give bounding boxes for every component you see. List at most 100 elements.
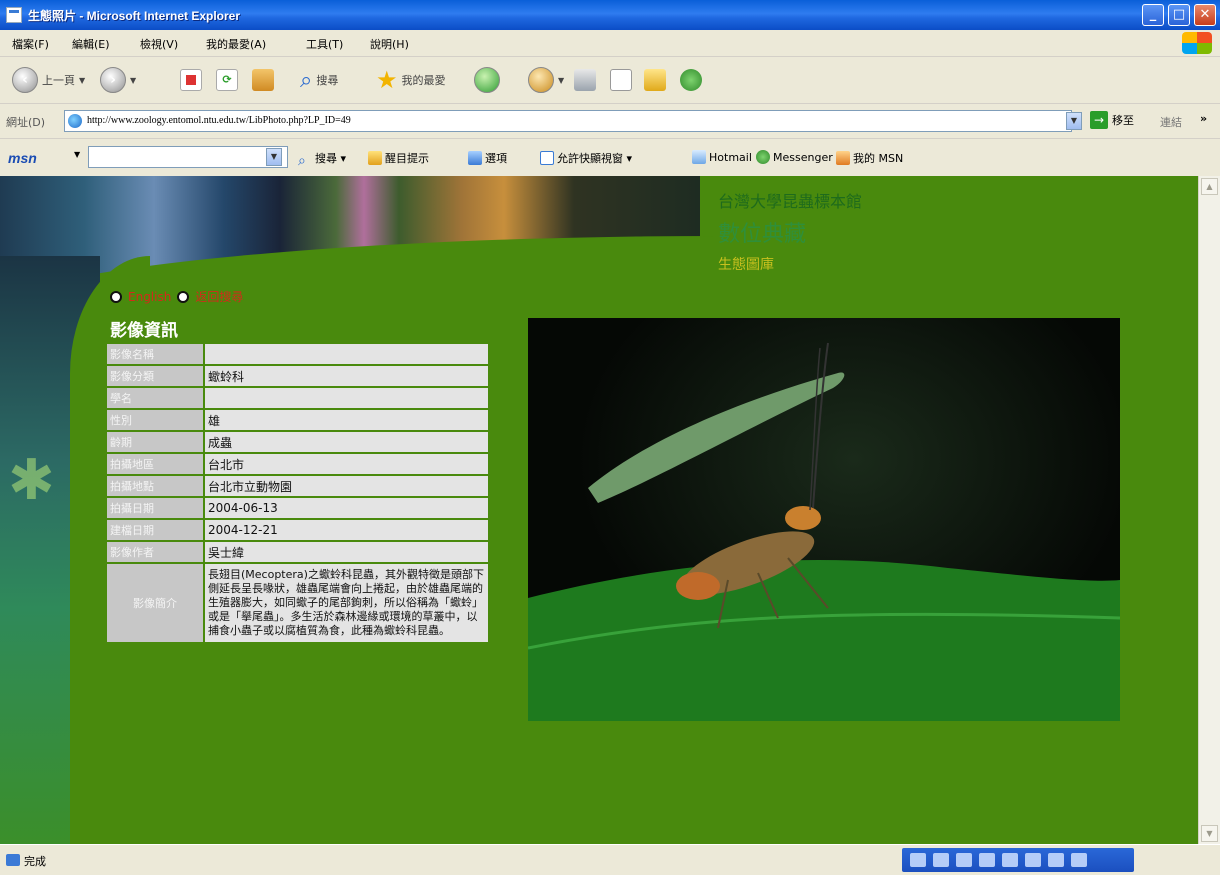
info-field-label: 影像分類 — [105, 364, 205, 388]
scroll-down-arrow[interactable]: ▼ — [1201, 825, 1218, 842]
msn-search-input[interactable] — [88, 146, 288, 168]
msn-search-dropdown[interactable]: ▼ — [266, 148, 282, 166]
info-field-label: 影像名稱 — [105, 342, 205, 366]
table-row: 影像名稱 — [105, 342, 490, 366]
info-field-label: 齡期 — [105, 430, 205, 454]
minimize-button[interactable]: _ — [1142, 4, 1164, 26]
info-field-label: 學名 — [105, 386, 205, 410]
search-button[interactable]: ⌕ 搜尋 — [300, 65, 338, 95]
media-icon — [474, 67, 500, 93]
go-button[interactable]: → 移至 — [1090, 111, 1134, 129]
msn-mymsn-button[interactable]: 我的 MSN — [836, 150, 903, 166]
menu-file[interactable]: 檔案(F) — [12, 36, 49, 52]
go-label: 移至 — [1112, 114, 1134, 127]
msn-hotmail-button[interactable]: Hotmail — [692, 150, 752, 164]
highlight-pen-icon — [368, 151, 382, 165]
maximize-button[interactable]: □ — [1168, 4, 1190, 26]
table-row: 影像分類 蠍蛉科 — [105, 364, 490, 388]
back-button[interactable]: ‹ 上一頁 ▼ — [12, 65, 85, 95]
menu-tools[interactable]: 工具(T) — [306, 36, 343, 52]
refresh-button[interactable]: ⟳ — [216, 65, 238, 95]
msn-logo[interactable]: msn — [8, 150, 37, 166]
info-field-label: 拍攝地區 — [105, 452, 205, 476]
edit-button[interactable] — [610, 65, 632, 95]
close-button[interactable]: ✕ — [1194, 4, 1216, 26]
msn-logo-dropdown[interactable]: ▼ — [74, 150, 80, 159]
msn-messenger-button[interactable]: Messenger — [756, 150, 833, 164]
scroll-up-arrow[interactable]: ▲ — [1201, 178, 1218, 195]
refresh-icon: ⟳ — [216, 69, 238, 91]
go-arrow-icon: → — [1090, 111, 1108, 129]
ime-punct-icon[interactable] — [979, 853, 995, 867]
address-input[interactable]: http://www.zoology.entomol.ntu.edu.tw/Li… — [64, 110, 1072, 132]
status-text: 完成 — [24, 855, 46, 868]
info-field-value: 台北市 — [203, 452, 490, 476]
table-row: 性別雄 — [105, 408, 490, 432]
windows-logo-icon — [1182, 32, 1212, 54]
back-arrow-icon: ‹ — [12, 67, 38, 93]
info-field-value: 成蟲 — [203, 430, 490, 454]
ime-tools-icon[interactable] — [1002, 853, 1018, 867]
stop-button[interactable] — [180, 65, 202, 95]
english-link[interactable]: English — [128, 290, 171, 304]
messenger-toolbar-button[interactable] — [680, 65, 702, 95]
print-button[interactable] — [574, 65, 596, 95]
ime-mode-icon[interactable] — [933, 853, 949, 867]
forward-button[interactable]: › ▼ — [100, 65, 136, 95]
links-label[interactable]: 連結 — [1160, 114, 1182, 130]
print-icon — [574, 69, 596, 91]
ime-keyboard-icon[interactable] — [1048, 853, 1064, 867]
window-title: 生態照片 - Microsoft Internet Explorer — [28, 9, 241, 23]
info-field-label: 拍攝地點 — [105, 474, 205, 498]
back-to-search-link[interactable]: 返回搜尋 — [195, 288, 243, 305]
history-icon — [528, 67, 554, 93]
page-done-icon — [6, 854, 20, 866]
menu-help[interactable]: 說明(H) — [370, 36, 409, 52]
messenger-people-icon — [680, 69, 702, 91]
table-row: 建檔日期 2004-12-21 — [105, 518, 490, 542]
msn-toolbar: msn ▼ ▼ ⌕ 搜尋 ▾ 醒目提示 選項 允許快顯視窗 ▾ Hotmail M… — [0, 139, 1220, 175]
msn-highlight-button[interactable]: 醒目提示 — [368, 150, 429, 166]
bullet-icon — [110, 290, 122, 303]
address-dropdown-arrow[interactable]: ▼ — [1066, 112, 1082, 130]
ie-page-icon — [6, 7, 22, 23]
address-bar: 網址(D) http://www.zoology.entomol.ntu.edu… — [0, 104, 1220, 139]
info-field-label: 建檔日期 — [105, 518, 205, 542]
messenger-icon — [756, 150, 770, 164]
ime-icon[interactable] — [910, 853, 926, 867]
menu-favorites[interactable]: 我的最愛(A) — [206, 36, 266, 52]
folder-button[interactable] — [644, 65, 666, 95]
history-button[interactable]: ▼ — [528, 65, 564, 95]
favorites-button[interactable]: ★ 我的最愛 — [376, 65, 446, 95]
title-bar: 生態照片 - Microsoft Internet Explorer _ □ ✕ — [0, 0, 1220, 30]
msn-options-button[interactable]: 選項 — [468, 150, 507, 166]
language-bar[interactable] — [902, 848, 1134, 872]
table-row: 影像作者 吳士緯 — [105, 540, 490, 564]
msn-popup-blocker-button[interactable]: 允許快顯視窗 ▾ — [540, 150, 632, 166]
msn-search-button[interactable]: ⌕ 搜尋 ▾ — [298, 150, 346, 168]
info-field-label: 性別 — [105, 408, 205, 432]
table-row: 學名 — [105, 386, 490, 410]
image-info-table: 影像名稱 影像分類 蠍蛉科 學名 性別雄齡期 成蟲 拍攝地區 台北市 拍攝地點 台北市立動物園 拍攝… — [105, 342, 490, 644]
search-label: 搜尋 — [316, 74, 339, 87]
menu-edit[interactable]: 編輯(E) — [72, 36, 110, 52]
menu-view[interactable]: 檢視(V) — [140, 36, 178, 52]
ime-pad-icon[interactable] — [1025, 853, 1041, 867]
vertical-scrollbar[interactable]: ▲ ▼ — [1198, 176, 1220, 844]
site-title-line2: 數位典藏 — [718, 222, 807, 247]
menu-bar: 檔案(F) 編輯(E) 檢視(V) 我的最愛(A) 工具(T) 說明(H) — [0, 30, 1220, 57]
home-button[interactable] — [252, 65, 274, 95]
insect-photo[interactable] — [528, 318, 1120, 721]
links-chevron-icon[interactable]: » — [1200, 112, 1207, 125]
description-label: 影像簡介 — [105, 562, 205, 644]
options-icon — [468, 151, 482, 165]
ie-globe-icon — [68, 114, 82, 128]
info-field-value: 吳士緯 — [203, 540, 490, 564]
favorites-label: 我的最愛 — [401, 74, 446, 87]
dragonfly-icon: ✱ — [8, 448, 55, 513]
site-title-line3[interactable]: 生態圖庫 — [718, 254, 862, 274]
media-button[interactable] — [474, 65, 500, 95]
bullet-icon — [177, 290, 190, 303]
ime-help-icon[interactable] — [1071, 853, 1087, 867]
ime-shape-icon[interactable] — [956, 853, 972, 867]
